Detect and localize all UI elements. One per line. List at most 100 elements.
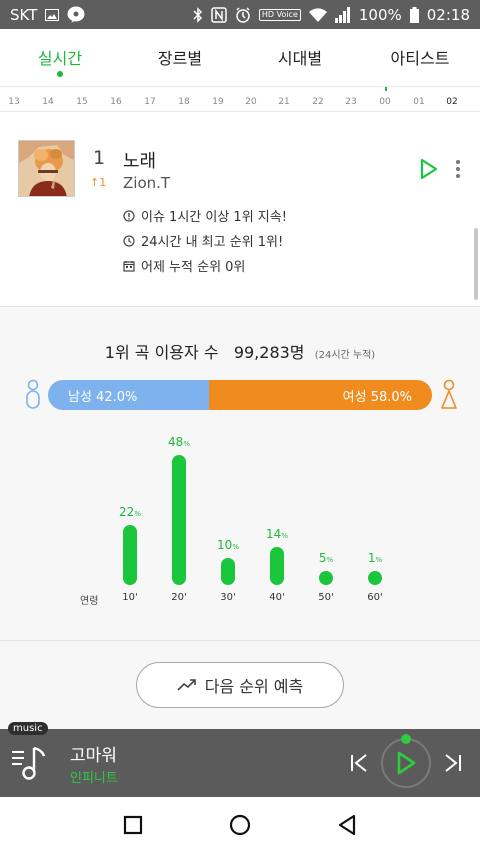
age-percent-value: 22 (119, 505, 135, 519)
current-hour-marker (385, 87, 387, 91)
info-issue-text: 이슈 1시간 이상 1위 지속! (141, 210, 287, 225)
hour-label: 21 (278, 97, 290, 107)
age-percent-label: 14% (257, 527, 297, 541)
wifi-icon (308, 7, 327, 22)
age-percent-unit: % (134, 510, 141, 518)
age-percent-unit: % (375, 556, 383, 564)
tab-realtime[interactable]: 실시간 (0, 29, 120, 86)
song-row[interactable]: 1 ↑1 노래 Zion.T 이슈 1시간 이상 1위 지속! 24시간 내 최… (0, 112, 480, 307)
status-right: HD Voice 100% 02:18 (193, 6, 470, 24)
previous-track-button[interactable] (349, 753, 369, 773)
info-yesterday-text: 어제 누적 순위 0위 (141, 260, 246, 275)
age-bar (123, 525, 137, 585)
system-nav-bar (0, 797, 480, 853)
alarm-icon (235, 6, 251, 23)
tab-era[interactable]: 시대별 (240, 29, 360, 86)
now-playing-title[interactable]: 고마워 (70, 741, 117, 766)
age-percent-label: 1% (355, 551, 395, 565)
hour-label: 20 (245, 97, 257, 107)
tab-era-label: 시대별 (277, 49, 323, 68)
female-share-bar: 여성 58.0% (209, 380, 432, 410)
clock-time: 02:18 (426, 5, 470, 24)
rank-change-indicator: ↑1 (90, 176, 107, 189)
info-line-issue: 이슈 1시간 이상 1위 지속! (123, 206, 287, 225)
home-button[interactable] (229, 814, 251, 836)
age-group-label: 50' (318, 592, 334, 603)
more-options-button[interactable] (452, 158, 464, 180)
age-group-label: 60' (367, 592, 383, 603)
age-percent-unit: % (326, 556, 334, 564)
play-icon (397, 751, 416, 775)
scroll-indicator[interactable] (474, 228, 478, 300)
carrier-label: SKT (10, 5, 38, 24)
messenger-icon (67, 6, 85, 23)
age-bar (221, 558, 235, 585)
hour-label: 22 (312, 97, 324, 107)
age-bar (368, 571, 382, 585)
female-icon (441, 379, 457, 409)
age-distribution-chart: 연령 22% 10' 48% 20' 10% 30' 14% 40' 5% 50' 1% 60' (0, 435, 480, 607)
signal-icon (334, 6, 351, 23)
mini-player[interactable]: music 고마워 인피니트 (0, 722, 480, 797)
song-title[interactable]: 노래 (123, 147, 156, 173)
male-icon (26, 379, 40, 409)
clock-icon (123, 234, 135, 247)
age-percent-unit: % (232, 543, 239, 551)
playlist-button[interactable] (10, 744, 50, 782)
active-tab-dot (57, 71, 63, 77)
next-track-button[interactable] (443, 753, 463, 773)
album-art[interactable] (18, 140, 75, 197)
player-play-button[interactable] (381, 738, 431, 788)
hour-label: 23 (345, 97, 357, 107)
male-share-bar: 남성 42.0% (48, 380, 210, 410)
age-bar (172, 455, 186, 585)
info-best-text: 24시간 내 최고 순위 1위! (141, 235, 284, 250)
info-line-yesterday: 어제 누적 순위 0위 (123, 256, 245, 275)
users-period: (24시간 누적) (314, 350, 376, 361)
female-share-label: 여성 58.0% (342, 389, 412, 405)
age-group-label: 40' (269, 592, 285, 603)
tab-artist[interactable]: 아티스트 (360, 29, 480, 86)
clock-exclaim-icon (123, 209, 135, 222)
next-rank-predict-button[interactable]: 다음 순위 예측 (136, 662, 344, 708)
song-artist[interactable]: Zion.T (123, 174, 170, 192)
now-playing-artist[interactable]: 인피니트 (70, 767, 118, 786)
tab-genre-label: 장르별 (157, 49, 203, 68)
info-line-best: 24시간 내 최고 순위 1위! (123, 231, 283, 250)
users-count: 99,283명 (233, 343, 305, 362)
play-button[interactable] (419, 158, 439, 180)
hour-label: 17 (144, 97, 156, 107)
nfc-icon (211, 6, 227, 23)
age-axis-label: 연령 (80, 596, 99, 607)
battery-percent: 100% (358, 5, 402, 24)
predict-label: 다음 순위 예측 (204, 677, 304, 696)
rank-number: 1 (93, 147, 106, 169)
back-button[interactable] (336, 814, 358, 836)
tab-realtime-label: 실시간 (37, 49, 83, 68)
square-icon (124, 815, 143, 835)
hour-label: 15 (76, 97, 88, 107)
gallery-icon (45, 8, 60, 21)
hour-label: 16 (110, 97, 122, 107)
users-count-line: 1위 곡 이용자 수 99,283명 (24시간 누적) (0, 339, 480, 363)
circle-icon (229, 814, 251, 836)
gender-ratio-bar: 남성 42.0% 여성 58.0% (48, 380, 432, 410)
back-triangle-icon (338, 814, 355, 836)
app-root: SKT HD Voice 100% 02:18 실시간 장르별 시대별 아티스트… (0, 0, 480, 853)
skip-previous-icon (351, 754, 367, 772)
age-bar (270, 547, 284, 585)
playlist-music-icon (12, 746, 46, 780)
age-percent-label: 5% (306, 551, 346, 565)
more-vert-icon (456, 160, 460, 178)
age-percent-label: 22% (110, 505, 150, 519)
playback-progress-dot[interactable] (401, 734, 411, 744)
recents-button[interactable] (122, 814, 144, 836)
status-left: SKT (10, 6, 85, 24)
music-badge: music (8, 722, 48, 735)
hour-label: 01 (413, 97, 425, 107)
hour-axis[interactable]: 13 14 15 16 17 18 19 20 21 22 23 00 01 0… (0, 86, 480, 112)
tab-genre[interactable]: 장르별 (120, 29, 240, 86)
male-share-label: 남성 42.0% (68, 389, 138, 405)
battery-icon (409, 6, 419, 23)
age-percent-value: 10 (217, 538, 233, 552)
